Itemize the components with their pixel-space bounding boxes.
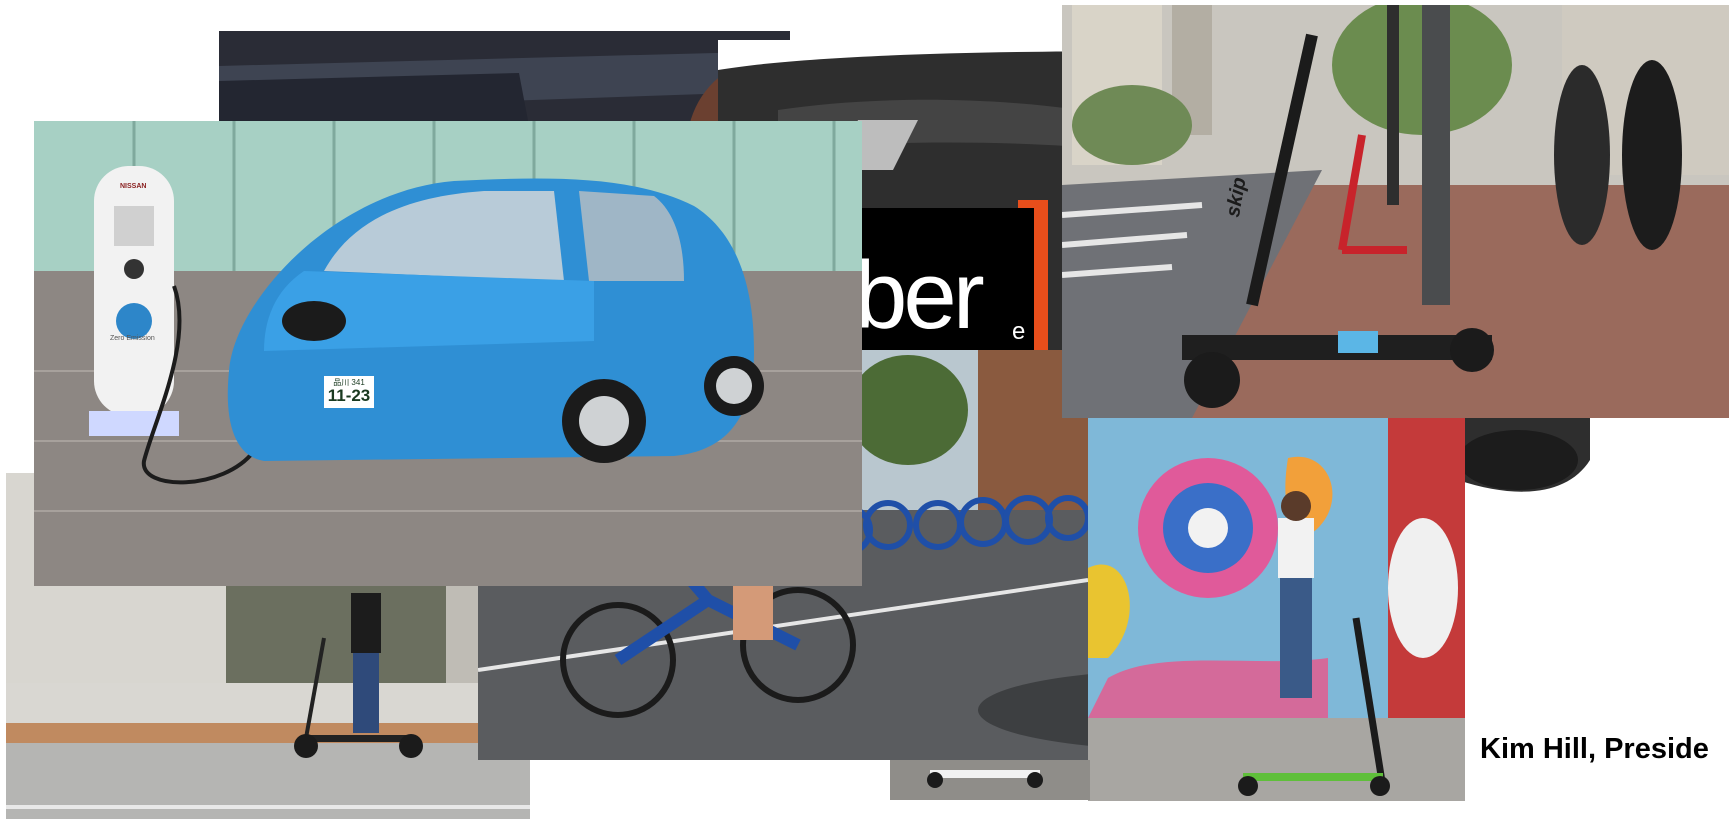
photo-hand-tablet	[219, 31, 790, 126]
uber-logo-small: e	[1012, 318, 1026, 345]
charger-label: Zero Emission	[110, 335, 155, 342]
photo-mural-scooter	[1088, 418, 1465, 801]
license-plate: 品川 341 11-23	[324, 376, 374, 408]
photo-skip-scooter: skip	[1062, 5, 1729, 418]
license-plate-main: 11-23	[327, 386, 371, 405]
presenter-caption: Kim Hill, Preside	[1480, 733, 1709, 765]
uber-logo-text: ber	[862, 242, 985, 349]
charger-brand: NISSAN	[120, 183, 147, 190]
uber-logo-panel: ber e	[862, 208, 1034, 350]
photo-scooter-strip	[890, 760, 1090, 800]
photo-nissan-ev: NISSAN Zero Emission 品川 341 11-23	[34, 121, 862, 586]
